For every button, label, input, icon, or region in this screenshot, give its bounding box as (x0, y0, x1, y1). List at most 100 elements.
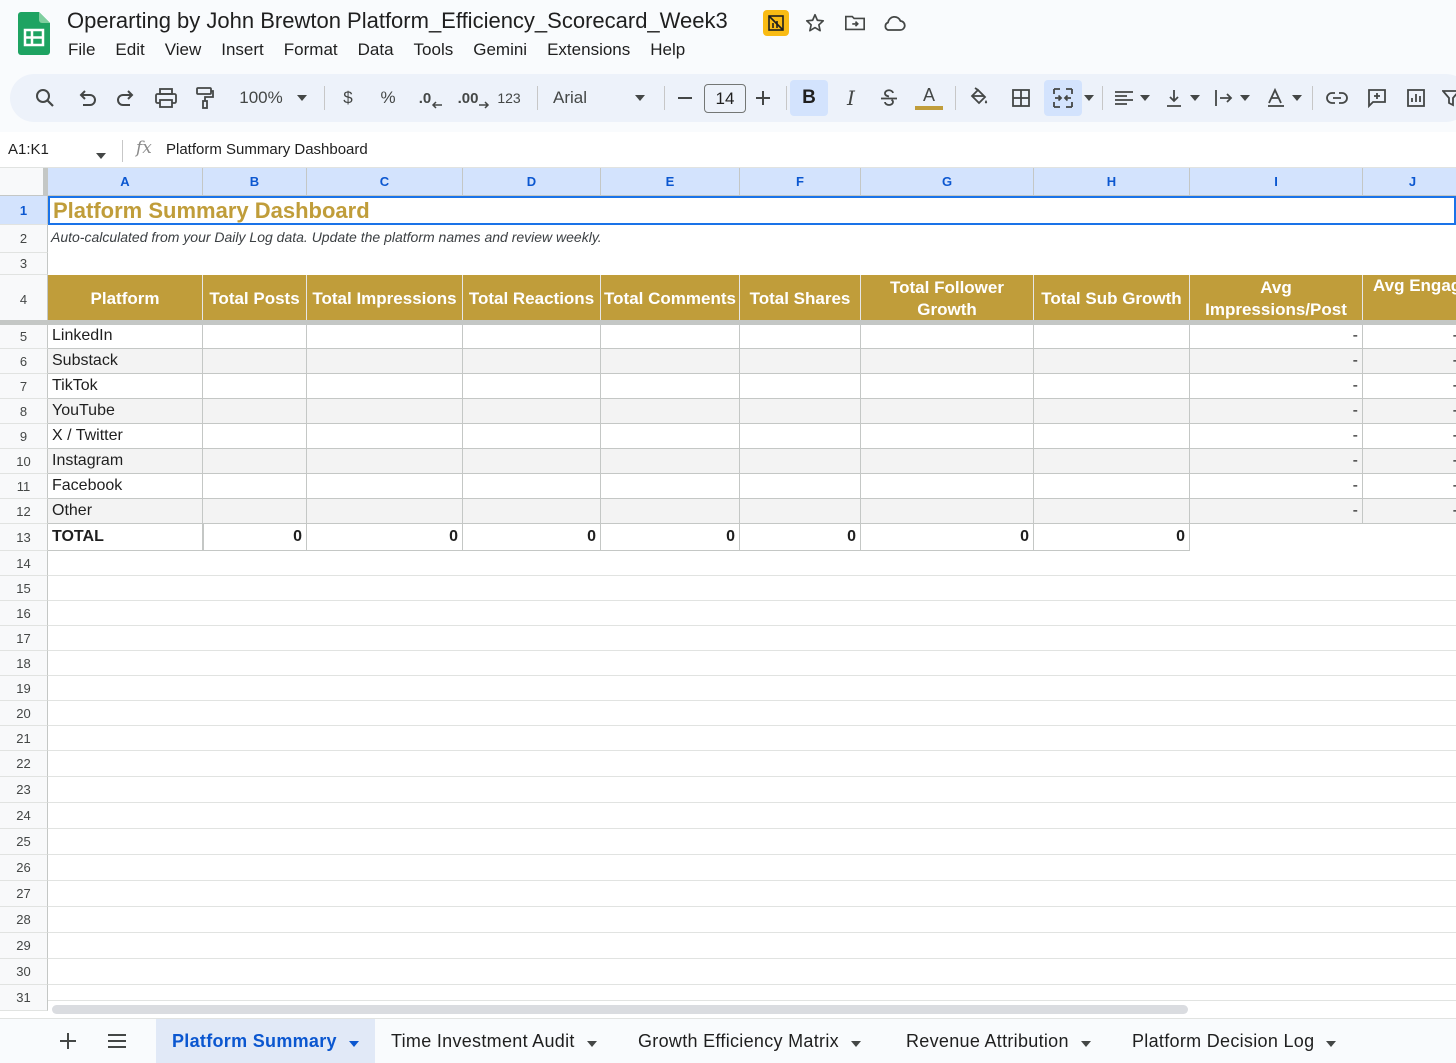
row-header[interactable]: 27 (0, 881, 48, 907)
select-all-corner[interactable] (0, 168, 48, 196)
data-cell[interactable] (463, 374, 601, 399)
data-cell[interactable] (740, 399, 861, 424)
data-cell[interactable] (307, 349, 463, 374)
platform-name-cell[interactable]: YouTube (48, 399, 203, 424)
column-header[interactable]: G (861, 168, 1034, 196)
document-title[interactable]: Operarting by John Brewton Platform_Effi… (67, 8, 728, 34)
text-wrapping-icon[interactable] (1210, 80, 1238, 116)
row-header[interactable]: 16 (0, 601, 48, 626)
data-cell[interactable] (463, 499, 601, 524)
valign-chevron-down-icon[interactable] (1188, 80, 1202, 116)
row-header[interactable]: 29 (0, 933, 48, 959)
paint-format-icon[interactable] (190, 80, 220, 116)
horizontal-align-icon[interactable] (1110, 80, 1138, 116)
platform-name-cell[interactable]: TikTok (48, 374, 203, 399)
avg-impressions-cell[interactable]: - (1190, 449, 1363, 474)
decrease-font-size-icon[interactable] (674, 80, 696, 116)
avg-engagement-cell[interactable]: - (1363, 499, 1456, 524)
data-cell[interactable] (1034, 499, 1190, 524)
data-cell[interactable] (740, 349, 861, 374)
column-header[interactable]: E (601, 168, 740, 196)
data-cell[interactable] (601, 349, 740, 374)
row-header[interactable]: 15 (0, 576, 48, 601)
total-value-cell[interactable]: 0 (740, 524, 861, 551)
data-cell[interactable] (203, 399, 307, 424)
menu-gemini[interactable]: Gemini (463, 38, 537, 62)
row-header[interactable]: 30 (0, 959, 48, 985)
row-header[interactable]: 24 (0, 803, 48, 829)
avg-engagement-cell[interactable]: - (1363, 449, 1456, 474)
avg-engagement-cell[interactable]: - (1363, 474, 1456, 499)
align-chevron-down-icon[interactable] (1138, 80, 1152, 116)
data-cell[interactable] (203, 324, 307, 349)
platform-name-cell[interactable]: Other (48, 499, 203, 524)
data-cell[interactable] (861, 374, 1034, 399)
name-box[interactable]: A1:K1 (8, 141, 49, 158)
avg-impressions-cell[interactable]: - (1190, 349, 1363, 374)
data-cell[interactable] (740, 424, 861, 449)
data-cell[interactable] (307, 424, 463, 449)
menu-format[interactable]: Format (274, 38, 348, 62)
text-color-button[interactable]: A (913, 80, 945, 116)
platform-name-cell[interactable]: Facebook (48, 474, 203, 499)
data-cell[interactable] (307, 499, 463, 524)
menu-view[interactable]: View (155, 38, 212, 62)
column-header[interactable]: B (203, 168, 307, 196)
percent-format-button[interactable]: % (376, 80, 400, 116)
insert-chart-icon[interactable] (1401, 80, 1431, 116)
sheet-tab[interactable]: Platform Decision Log (1116, 1019, 1346, 1063)
column-header[interactable]: H (1034, 168, 1190, 196)
font-size-input[interactable]: 14 (704, 84, 746, 113)
data-cell[interactable] (463, 424, 601, 449)
column-header[interactable]: C (307, 168, 463, 196)
row-header[interactable]: 6 (0, 349, 48, 374)
zoom-select[interactable]: 100% (234, 80, 288, 116)
row-header[interactable]: 14 (0, 551, 48, 576)
avg-engagement-cell[interactable]: - (1363, 399, 1456, 424)
column-header[interactable]: F (740, 168, 861, 196)
horizontal-scrollbar[interactable] (48, 1000, 1456, 1018)
total-label-cell[interactable]: TOTAL (48, 524, 203, 551)
sheet-tab[interactable]: Revenue Attribution (890, 1019, 1116, 1063)
insert-link-icon[interactable] (1322, 80, 1352, 116)
data-cell[interactable] (861, 474, 1034, 499)
number-format-button[interactable]: 123 (494, 80, 524, 116)
undo-icon[interactable] (72, 80, 102, 116)
column-title-cell[interactable]: Total Comments (601, 275, 740, 324)
menu-file[interactable]: File (58, 38, 105, 62)
row-header[interactable]: 13 (0, 524, 48, 551)
formula-input[interactable]: Platform Summary Dashboard (166, 141, 368, 158)
data-cell[interactable] (203, 474, 307, 499)
merge-chevron-down-icon[interactable] (1082, 80, 1096, 116)
column-title-cell[interactable]: Total Shares (740, 275, 861, 324)
filter-icon[interactable] (1440, 80, 1456, 116)
avg-impressions-cell[interactable]: - (1190, 499, 1363, 524)
data-cell[interactable] (861, 449, 1034, 474)
row-header[interactable]: 4 (0, 275, 48, 324)
data-cell[interactable] (1034, 374, 1190, 399)
column-title-cell[interactable]: Total Impressions (307, 275, 463, 324)
platform-name-cell[interactable]: Instagram (48, 449, 203, 474)
sheet-tab-chevron-down-icon[interactable] (1326, 1031, 1337, 1052)
row-header[interactable]: 17 (0, 626, 48, 651)
data-cell[interactable] (740, 449, 861, 474)
rotation-chevron-down-icon[interactable] (1290, 80, 1304, 116)
menu-tools[interactable]: Tools (404, 38, 464, 62)
data-cell[interactable] (203, 349, 307, 374)
sheet-tab[interactable]: Growth Efficiency Matrix (622, 1019, 890, 1063)
data-cell[interactable] (307, 374, 463, 399)
data-cell[interactable] (203, 424, 307, 449)
data-cell[interactable] (601, 449, 740, 474)
increase-decimal-button[interactable]: .00 (454, 80, 494, 116)
sheet-tab-chevron-down-icon[interactable] (348, 1031, 359, 1052)
menu-help[interactable]: Help (640, 38, 695, 62)
row-header[interactable]: 12 (0, 499, 48, 524)
row-header[interactable]: 26 (0, 855, 48, 881)
data-cell[interactable] (463, 449, 601, 474)
total-value-cell[interactable]: 0 (1034, 524, 1190, 551)
row-header[interactable]: 8 (0, 399, 48, 424)
row-header[interactable]: 2 (0, 225, 48, 253)
merge-cells-icon[interactable] (1044, 80, 1082, 116)
sheet-tab[interactable]: Platform Summary (156, 1019, 375, 1063)
row-header[interactable]: 7 (0, 374, 48, 399)
